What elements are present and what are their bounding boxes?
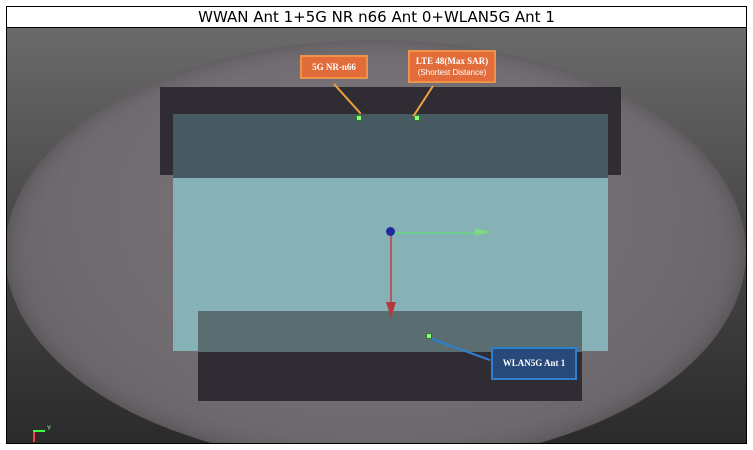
lte48-callout-title: LTE 48(Max SAR) <box>415 56 489 66</box>
lte48-callout-subtitle: (Shortest Distance) <box>417 68 487 77</box>
orientation-axes-icon: Y <box>27 426 57 443</box>
x-axis-arrow-shaft <box>394 232 479 234</box>
lte48-callout: LTE 48(Max SAR) (Shortest Distance) <box>408 50 496 83</box>
figure-frame: WWAN Ant 1+5G NR n66 Ant 0+WLAN5G Ant 1 … <box>6 6 747 444</box>
nr-n66-callout: 5G NR-n66 <box>300 55 368 79</box>
orientation-axis-label: Y <box>47 426 52 432</box>
nr-n66-antenna-point[interactable] <box>356 115 362 121</box>
y-axis-arrow-head <box>386 302 396 318</box>
wlan5g-callout: WLAN5G Ant 1 <box>491 347 577 380</box>
wlan5g-callout-text: WLAN5G Ant 1 <box>502 358 566 368</box>
x-axis-arrow-head <box>475 228 491 236</box>
lte48-antenna-point[interactable] <box>414 115 420 121</box>
nr-n66-callout-text: 5G NR-n66 <box>312 62 356 72</box>
3d-viewport[interactable]: 5G NR-n66 LTE 48(Max SAR) (Shortest Dist… <box>7 28 746 443</box>
window-title: WWAN Ant 1+5G NR n66 Ant 0+WLAN5G Ant 1 <box>7 7 746 28</box>
origin-marker <box>386 227 395 236</box>
device-top-panel <box>173 114 608 178</box>
orientation-axis-horizontal <box>33 430 45 432</box>
